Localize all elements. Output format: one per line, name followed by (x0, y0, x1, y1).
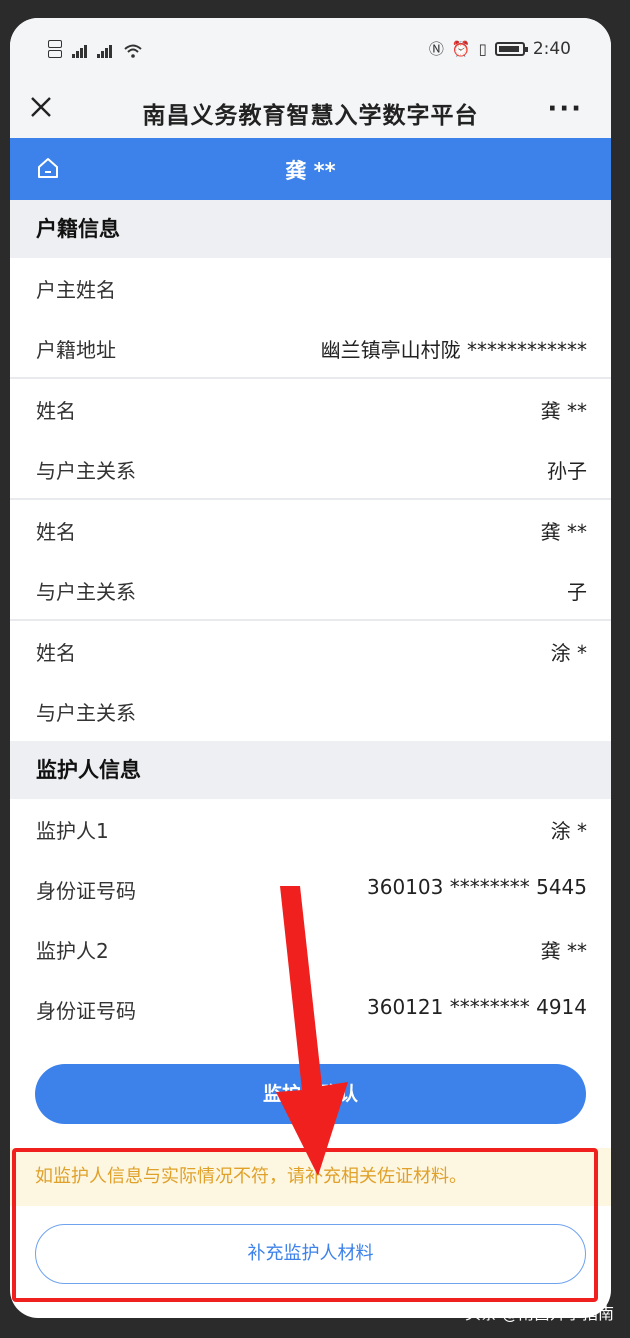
student-name: 龚 ** (285, 159, 336, 183)
row-guardian-2: 监护人2 龚 ** (10, 919, 611, 979)
nfc-icon: Ⓝ (428, 40, 444, 58)
row-value: 360103 ******** 5445 (367, 875, 587, 899)
row-label: 户主姓名 (36, 278, 116, 302)
row-member-name: 姓名 涂 * (10, 621, 611, 681)
row-value: 龚 ** (540, 520, 587, 544)
row-label: 姓名 (36, 641, 76, 665)
row-label: 户籍地址 (36, 338, 116, 362)
row-label: 与户主关系 (36, 580, 136, 604)
clock: 2:40 (532, 38, 571, 59)
title-bar: 南昌义务教育智慧入学数字平台 ··· (10, 82, 611, 138)
row-label: 姓名 (36, 520, 76, 544)
row-label: 与户主关系 (36, 701, 136, 725)
notice-message: 如监护人信息与实际情况不符，请补充相关佐证材料。 (10, 1148, 611, 1206)
signal-bars-icon (97, 45, 112, 58)
row-label: 身份证号码 (36, 879, 136, 903)
row-value: 幽兰镇亭山村陇 ************ (320, 338, 587, 362)
row-householder-name: 户主姓名 (10, 258, 611, 318)
row-label: 与户主关系 (36, 459, 136, 483)
battery-icon (494, 41, 528, 56)
row-member-name: 姓名 龚 ** (10, 379, 611, 439)
vibrate-icon: ▯ (478, 39, 487, 58)
row-value: 子 (567, 580, 587, 604)
row-label: 监护人1 (36, 819, 109, 843)
signal-bars-icon (72, 45, 87, 58)
row-value: 360121 ******** 4914 (367, 995, 587, 1019)
row-value: 龚 ** (540, 939, 587, 963)
status-bar: Ⓝ ⏰ ▯ 2:40 (10, 18, 611, 82)
section-household: 户籍信息 (10, 200, 611, 258)
row-value: 孙子 (547, 459, 587, 483)
row-guardian-1-id: 身份证号码 360103 ******** 5445 (10, 859, 611, 919)
row-value: 涂 * (550, 641, 587, 665)
wifi-icon (124, 44, 142, 58)
row-label: 监护人2 (36, 939, 109, 963)
confirm-guardian-button[interactable]: 监护人确认 (35, 1064, 586, 1124)
row-label: 身份证号码 (36, 999, 136, 1023)
row-member-relation: 与户主关系 孙子 (10, 439, 611, 499)
status-right: Ⓝ ⏰ ▯ 2:40 (429, 38, 571, 59)
more-icon[interactable]: ··· (547, 96, 583, 122)
watermark: 头条 @南昌升学指南 (464, 1304, 614, 1323)
signal-indicators (48, 40, 142, 58)
row-member-name: 姓名 龚 ** (10, 500, 611, 560)
row-guardian-1: 监护人1 涂 * (10, 799, 611, 859)
row-value: 龚 ** (540, 399, 587, 423)
row-value: 涂 * (550, 819, 587, 843)
row-member-relation: 与户主关系 子 (10, 560, 611, 620)
supplement-guardian-materials-button[interactable]: 补充监护人材料 (35, 1224, 586, 1284)
row-member-relation: 与户主关系 (10, 681, 611, 741)
phone-screen: Ⓝ ⏰ ▯ 2:40 南昌义务教育智慧入学数字平台 ··· 龚 ** 户籍信息 … (10, 18, 611, 1318)
row-label: 姓名 (36, 399, 76, 423)
row-guardian-2-id: 身份证号码 360121 ******** 4914 (10, 979, 611, 1039)
app-title: 南昌义务教育智慧入学数字平台 (142, 103, 479, 129)
row-household-address: 户籍地址 幽兰镇亭山村陇 ************ (10, 318, 611, 378)
student-header: 龚 ** (10, 138, 611, 200)
alarm-icon: ⏰ (451, 39, 471, 58)
sim-icon (48, 40, 62, 58)
section-guardian: 监护人信息 (10, 741, 611, 799)
